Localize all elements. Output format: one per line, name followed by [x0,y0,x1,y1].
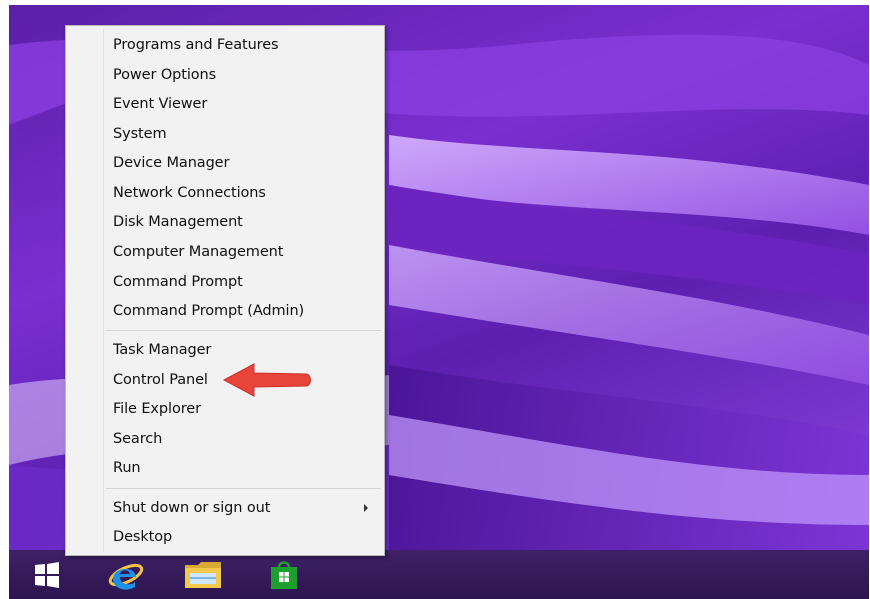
power-user-menu: Programs and Features Power Options Even… [65,25,385,556]
menu-separator [106,488,381,489]
menu-item-file-explorer[interactable]: File Explorer [113,396,201,422]
internet-explorer-button[interactable] [101,550,149,599]
menu-item-network-connections[interactable]: Network Connections [113,180,266,206]
menu-item-command-prompt-admin[interactable]: Command Prompt (Admin) [113,298,304,324]
menu-item-control-panel[interactable]: Control Panel [113,367,208,393]
menu-item-device-manager[interactable]: Device Manager [113,150,229,176]
callout-arrow-icon [222,363,311,397]
menu-item-disk-management[interactable]: Disk Management [113,209,243,235]
menu-item-programs-and-features[interactable]: Programs and Features [113,32,279,58]
file-explorer-button[interactable] [179,550,227,599]
menu-item-task-manager[interactable]: Task Manager [113,337,211,363]
menu-item-system[interactable]: System [113,121,167,147]
menu-item-power-options[interactable]: Power Options [113,62,216,88]
start-button[interactable] [23,550,71,599]
start-button-icon [35,561,59,588]
menu-item-desktop[interactable]: Desktop [113,524,172,550]
submenu-arrow-icon [364,504,368,512]
windows-store-icon [271,560,297,589]
internet-explorer-icon [108,563,144,590]
menu-item-shut-down-or-sign-out[interactable]: Shut down or sign out [113,495,270,521]
menu-item-computer-management[interactable]: Computer Management [113,239,283,265]
menu-item-search[interactable]: Search [113,426,162,452]
file-explorer-icon [185,561,221,588]
taskbar [9,550,869,599]
menu-item-event-viewer[interactable]: Event Viewer [113,91,207,117]
windows-store-button[interactable] [260,550,308,599]
menu-item-command-prompt[interactable]: Command Prompt [113,269,243,295]
menu-item-run[interactable]: Run [113,455,141,481]
menu-icon-gutter [103,29,104,552]
menu-separator [106,330,381,331]
